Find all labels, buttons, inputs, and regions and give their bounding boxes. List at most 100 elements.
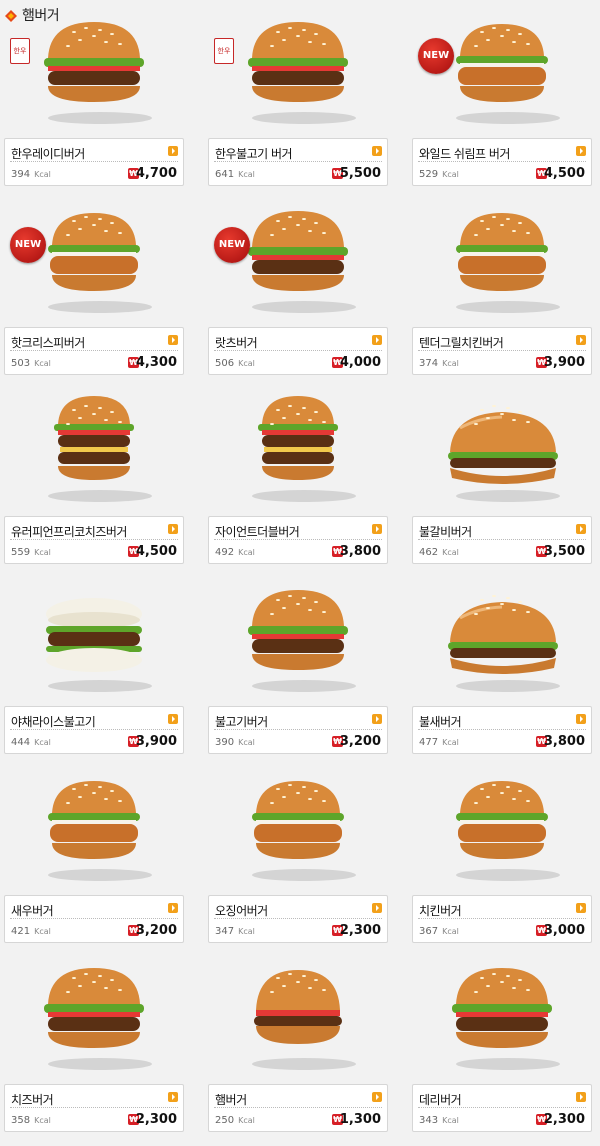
menu-item[interactable]: 야채라이스불고기 444 Kcal ₩3,900	[4, 568, 184, 754]
arrow-right-icon[interactable]	[168, 335, 178, 345]
menu-item-name[interactable]: 핫크리스피버거	[11, 334, 85, 351]
menu-item-price: 4,300	[135, 355, 177, 370]
menu-item-name[interactable]: 랏츠버거	[215, 334, 258, 351]
arrow-right-icon[interactable]	[168, 146, 178, 156]
menu-item[interactable]: 한우 한우불고기 버거 641 Kcal ₩5,500	[208, 0, 388, 186]
menu-item-name[interactable]: 한우불고기 버거	[215, 145, 293, 162]
calorie-info: 477 Kcal	[419, 737, 459, 748]
menu-item-card[interactable]: 불새버거 477 Kcal ₩3,800	[412, 706, 592, 754]
menu-item[interactable]: 치즈버거 358 Kcal ₩2,300	[4, 946, 184, 1132]
menu-item-image[interactable]	[4, 946, 184, 1082]
arrow-right-icon[interactable]	[576, 714, 586, 724]
arrow-right-icon[interactable]	[168, 1092, 178, 1102]
menu-item-name[interactable]: 햄버거	[215, 1091, 247, 1108]
menu-item-image[interactable]	[412, 757, 592, 893]
menu-item[interactable]: 유러피언프리코치즈버거 559 Kcal ₩4,500	[4, 378, 184, 564]
arrow-right-icon[interactable]	[372, 146, 382, 156]
menu-item-image[interactable]	[208, 757, 388, 893]
menu-item[interactable]: 자이언트더블버거 492 Kcal ₩3,800	[208, 378, 388, 564]
menu-item-name[interactable]: 불고기버거	[215, 713, 268, 730]
menu-item-name[interactable]: 불새버거	[419, 713, 462, 730]
menu-item-name[interactable]: 와일드 쉬림프 버거	[419, 145, 510, 162]
menu-item-name[interactable]: 자이언트더블버거	[215, 523, 300, 540]
menu-item-image[interactable]	[4, 757, 184, 893]
menu-item-card[interactable]: 불고기버거 390 Kcal ₩3,200	[208, 706, 388, 754]
arrow-right-icon[interactable]	[372, 903, 382, 913]
menu-item-name[interactable]: 텐더그릴치킨버거	[419, 334, 504, 351]
menu-item-card[interactable]: 오징어버거 347 Kcal ₩2,300	[208, 895, 388, 943]
menu-item[interactable]: 오징어버거 347 Kcal ₩2,300	[208, 757, 388, 943]
arrow-right-icon[interactable]	[576, 903, 586, 913]
menu-item-card[interactable]: 치즈버거 358 Kcal ₩2,300	[4, 1084, 184, 1132]
menu-item-card[interactable]: 와일드 쉬림프 버거 529 Kcal ₩4,500	[412, 138, 592, 186]
menu-item-price: 4,500	[135, 544, 177, 559]
menu-item-card[interactable]: 불갈비버거 462 Kcal ₩3,500	[412, 516, 592, 564]
menu-item[interactable]: 햄버거 250 Kcal ₩1,300	[208, 946, 388, 1132]
menu-item-name[interactable]: 야채라이스불고기	[11, 713, 96, 730]
kcal-unit: Kcal	[34, 927, 51, 936]
menu-item[interactable]: NEW 랏츠버거 506 Kcal ₩4,000	[208, 189, 388, 375]
kcal-unit: Kcal	[34, 548, 51, 557]
arrow-right-icon[interactable]	[372, 524, 382, 534]
kcal-value: 394	[11, 169, 31, 180]
menu-item[interactable]: NEW 핫크리스피버거 503 Kcal ₩4,300	[4, 189, 184, 375]
kcal-value: 492	[215, 547, 235, 558]
menu-item-name[interactable]: 한우레이디버거	[11, 145, 85, 162]
arrow-right-icon[interactable]	[576, 1092, 586, 1102]
menu-item-image[interactable]	[412, 946, 592, 1082]
menu-item[interactable]: 불갈비버거 462 Kcal ₩3,500	[412, 378, 592, 564]
arrow-right-icon[interactable]	[576, 524, 586, 534]
arrow-right-icon[interactable]	[168, 714, 178, 724]
menu-item-card[interactable]: 핫크리스피버거 503 Kcal ₩4,300	[4, 327, 184, 375]
arrow-right-icon[interactable]	[576, 335, 586, 345]
menu-item[interactable]: 데리버거 343 Kcal ₩2,300	[412, 946, 592, 1132]
divider	[214, 539, 382, 540]
menu-item-image[interactable]	[4, 378, 184, 514]
menu-item-image[interactable]	[4, 568, 184, 704]
menu-item-image[interactable]	[208, 378, 388, 514]
menu-item-name[interactable]: 새우버거	[11, 902, 54, 919]
menu-item-image[interactable]	[208, 0, 388, 136]
arrow-right-icon[interactable]	[372, 714, 382, 724]
menu-item-name[interactable]: 유러피언프리코치즈버거	[11, 523, 127, 540]
kcal-unit: Kcal	[238, 359, 255, 368]
menu-item[interactable]: NEW 와일드 쉬림프 버거 529 Kcal ₩4,500	[412, 0, 592, 186]
menu-item-name[interactable]: 치킨버거	[419, 902, 462, 919]
menu-item[interactable]: 불새버거 477 Kcal ₩3,800	[412, 568, 592, 754]
menu-item-image[interactable]	[412, 189, 592, 325]
menu-item[interactable]: 텐더그릴치킨버거 374 Kcal ₩3,900	[412, 189, 592, 375]
menu-item[interactable]: 새우버거 421 Kcal ₩3,200	[4, 757, 184, 943]
burger-image	[48, 396, 152, 502]
menu-item-card[interactable]: 치킨버거 367 Kcal ₩3,000	[412, 895, 592, 943]
arrow-right-icon[interactable]	[168, 903, 178, 913]
menu-item[interactable]: 치킨버거 367 Kcal ₩3,000	[412, 757, 592, 943]
new-badge: NEW	[10, 227, 46, 263]
menu-item-card[interactable]: 유러피언프리코치즈버거 559 Kcal ₩4,500	[4, 516, 184, 564]
menu-item-name[interactable]: 불갈비버거	[419, 523, 472, 540]
menu-item-card[interactable]: 새우버거 421 Kcal ₩3,200	[4, 895, 184, 943]
menu-item-card[interactable]: 햄버거 250 Kcal ₩1,300	[208, 1084, 388, 1132]
menu-item-image[interactable]	[208, 946, 388, 1082]
menu-item-name[interactable]: 데리버거	[419, 1091, 462, 1108]
menu-item[interactable]: 불고기버거 390 Kcal ₩3,200	[208, 568, 388, 754]
menu-item-card[interactable]: 데리버거 343 Kcal ₩2,300	[412, 1084, 592, 1132]
arrow-right-icon[interactable]	[372, 1092, 382, 1102]
menu-item-image[interactable]	[412, 378, 592, 514]
menu-item-card[interactable]: 자이언트더블버거 492 Kcal ₩3,800	[208, 516, 388, 564]
menu-item-image[interactable]	[412, 568, 592, 704]
arrow-right-icon[interactable]	[168, 524, 178, 534]
menu-item-image[interactable]	[208, 568, 388, 704]
divider	[10, 539, 178, 540]
menu-item-name[interactable]: 치즈버거	[11, 1091, 54, 1108]
menu-item[interactable]: 한우 한우레이디버거 394 Kcal ₩4,700	[4, 0, 184, 186]
menu-item-card[interactable]: 한우레이디버거 394 Kcal ₩4,700	[4, 138, 184, 186]
menu-item-card[interactable]: 한우불고기 버거 641 Kcal ₩5,500	[208, 138, 388, 186]
menu-item-card[interactable]: 텐더그릴치킨버거 374 Kcal ₩3,900	[412, 327, 592, 375]
menu-item-image[interactable]	[4, 0, 184, 136]
menu-item-card[interactable]: 랏츠버거 506 Kcal ₩4,000	[208, 327, 388, 375]
menu-item-card[interactable]: 야채라이스불고기 444 Kcal ₩3,900	[4, 706, 184, 754]
menu-item-name[interactable]: 오징어버거	[215, 902, 268, 919]
divider	[10, 918, 178, 919]
arrow-right-icon[interactable]	[372, 335, 382, 345]
arrow-right-icon[interactable]	[576, 146, 586, 156]
